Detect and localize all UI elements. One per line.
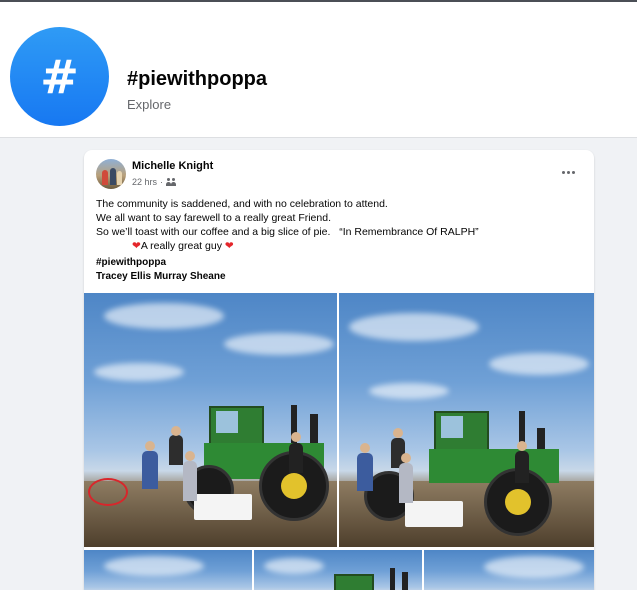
post-text-line: So we’ll toast with our coffee and a big…: [96, 226, 479, 238]
post-photo[interactable]: [339, 293, 594, 547]
photo-divider: [337, 293, 339, 547]
post-author[interactable]: Michelle Knight: [132, 160, 213, 172]
more-options-button[interactable]: [554, 162, 582, 182]
post-tags: #piewithpoppa Tracey Ellis Murray Sheane: [96, 256, 226, 284]
hashtag-icon: #: [10, 27, 109, 126]
more-horizontal-icon: [561, 170, 565, 174]
page-title[interactable]: #piewithpoppa: [127, 68, 267, 91]
post-text-line: The community is saddened, and with no c…: [96, 198, 388, 210]
post-photo[interactable]: [84, 550, 252, 590]
post-photo[interactable]: [84, 293, 337, 547]
avatar[interactable]: [96, 159, 126, 189]
hashtag-link[interactable]: #piewithpoppa: [96, 256, 226, 270]
post-photo[interactable]: [424, 550, 594, 590]
page-subtitle: Explore: [127, 97, 172, 112]
post-meta: 22 hrs ·: [132, 177, 177, 187]
tagged-people[interactable]: Tracey Ellis Murray Sheane: [96, 270, 226, 284]
hash-glyph: #: [40, 49, 79, 104]
heart-line-text: A really great guy: [140, 240, 222, 252]
hashtag-header: # #piewithpoppa Explore: [0, 2, 637, 138]
post-photo[interactable]: [254, 550, 422, 590]
post-timestamp[interactable]: 22 hrs: [132, 177, 157, 187]
post-text: The community is saddened, and with no c…: [96, 197, 584, 253]
post-text-line: We all want to say farewell to a really …: [96, 212, 331, 224]
heart-icon: ❤: [132, 240, 141, 252]
post-card: Michelle Knight 22 hrs · The community i…: [84, 150, 594, 590]
meta-separator: ·: [160, 177, 164, 187]
heart-line: ❤A really great guy ❤: [96, 239, 584, 253]
heart-icon: ❤: [224, 240, 234, 252]
friends-icon: [166, 178, 177, 186]
